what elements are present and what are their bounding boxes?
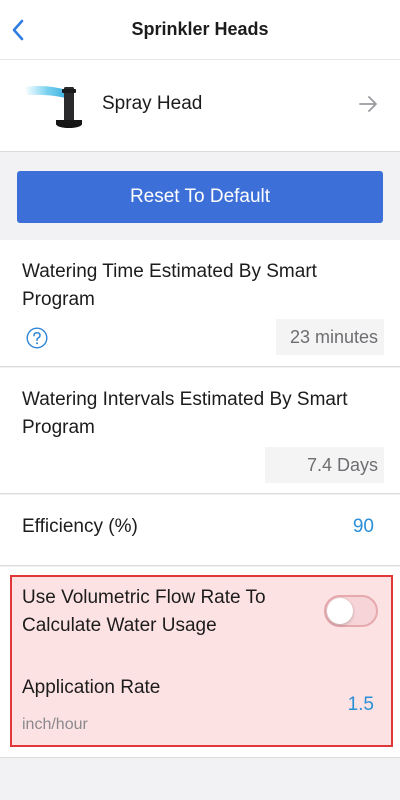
volumetric-flow-toggle[interactable]	[324, 595, 378, 627]
page-title: Sprinkler Heads	[131, 19, 269, 39]
application-rate-label: Application Rate	[22, 677, 161, 698]
efficiency-value[interactable]: 90	[353, 516, 374, 538]
question-circle-icon[interactable]	[26, 327, 48, 349]
efficiency-label: Efficiency (%)	[22, 516, 138, 537]
navigation-bar: Sprinkler Heads	[0, 0, 400, 60]
sprinkler-head-row[interactable]: Spray Head	[0, 60, 400, 152]
spray-head-image	[24, 86, 82, 128]
sprinkler-head-label: Spray Head	[102, 93, 203, 114]
watering-intervals-title: Watering Intervals Estimated By Smart Pr…	[22, 389, 348, 438]
application-rate-unit: inch/hour	[22, 716, 88, 733]
watering-time-value: 23 minutes	[275, 319, 384, 355]
volumetric-flow-label: Use Volumetric Flow Rate To Calculate Wa…	[22, 587, 266, 636]
application-rate-value[interactable]: 1.5	[348, 694, 374, 716]
watering-time-title: Watering Time Estimated By Smart Program	[22, 261, 317, 310]
watering-intervals-value: 7.4 Days	[264, 447, 384, 483]
reset-to-default-button[interactable]: Reset To Default	[17, 171, 383, 223]
arrow-right-icon	[359, 96, 377, 112]
toggle-knob	[327, 598, 353, 624]
